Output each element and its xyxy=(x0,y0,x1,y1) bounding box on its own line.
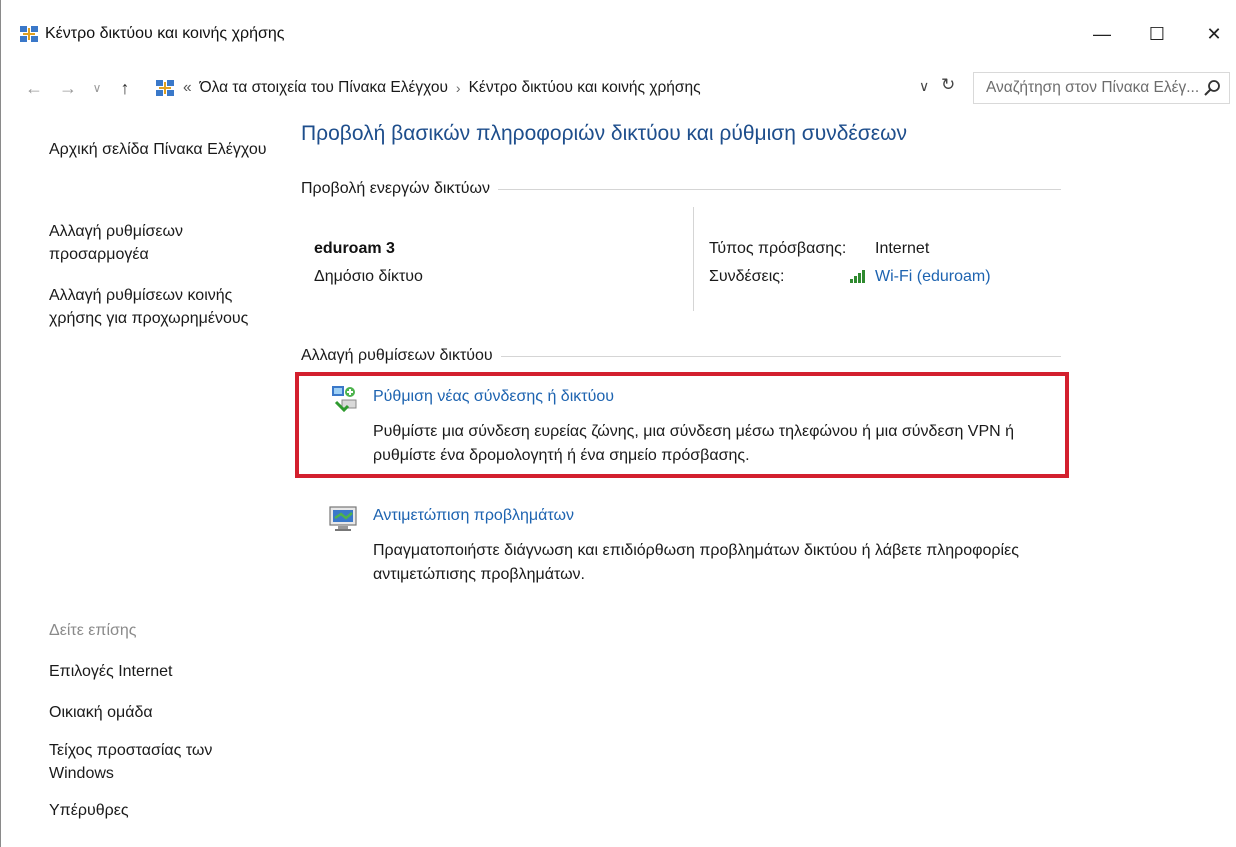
search-icon[interactable] xyxy=(1203,79,1221,97)
search-box[interactable]: Αναζήτηση στον Πίνακα Ελέγ... xyxy=(973,72,1230,104)
breadcrumb-separator-icon[interactable]: › xyxy=(456,80,461,96)
change-settings-heading: Αλλαγή ρυθμίσεων δικτύου xyxy=(301,347,501,365)
access-type-label: Τύπος πρόσβασης: xyxy=(709,240,847,257)
troubleshoot-problems-link[interactable]: Αντιμετώπιση προβλημάτων xyxy=(373,507,574,525)
sidebar-link-change-adapter-settings[interactable]: Αλλαγή ρυθμίσεων προσαρμογέα xyxy=(49,220,279,266)
recent-locations-button[interactable]: ∨ xyxy=(87,76,107,100)
wifi-signal-icon xyxy=(850,270,865,283)
page-title: Προβολή βασικών πληροφοριών δικτύου και … xyxy=(301,122,907,145)
new-connection-icon xyxy=(332,386,357,413)
back-button[interactable]: ← xyxy=(21,76,47,100)
maximize-button[interactable]: ☐ xyxy=(1134,14,1180,54)
breadcrumb-network-sharing-center[interactable]: Κέντρο δικτύου και κοινής χρήσης xyxy=(469,79,701,97)
title-bar: Κέντρο δικτύου και κοινής χρήσης — ☐ ✕ xyxy=(1,0,1236,66)
sidebar-link-control-panel-home[interactable]: Αρχική σελίδα Πίνακα Ελέγχου xyxy=(49,138,279,161)
minimize-button[interactable]: — xyxy=(1079,14,1125,54)
up-button[interactable]: ↑ xyxy=(113,76,137,100)
network-center-icon xyxy=(20,26,38,42)
see-also-windows-firewall[interactable]: Τείχος προστασίας των Windows xyxy=(49,739,229,785)
connections-label: Συνδέσεις: xyxy=(709,268,785,285)
breadcrumb-all-control-panel-items[interactable]: Όλα τα στοιχεία του Πίνακα Ελέγχου xyxy=(200,79,448,97)
troubleshoot-icon xyxy=(329,506,357,531)
control-panel-icon xyxy=(156,80,174,96)
setup-new-connection-description: Ρυθμίστε μια σύνδεση ευρείας ζώνης, μια … xyxy=(373,423,1015,464)
refresh-button[interactable]: ↻ xyxy=(941,75,955,95)
troubleshoot-problems-description: Πραγματοποιήστε διάγνωση και επιδιόρθωση… xyxy=(373,542,1019,583)
control-panel-window: Κέντρο δικτύου και κοινής χρήσης — ☐ ✕ ←… xyxy=(0,0,1236,847)
sidebar-link-advanced-sharing-settings[interactable]: Αλλαγή ρυθμίσεων κοινής χρήσης για προχω… xyxy=(49,284,279,330)
wifi-connection-link[interactable]: Wi-Fi (eduroam) xyxy=(875,268,991,286)
navigation-bar: ← → ∨ ↑ « Όλα τα στοιχεία του Πίνακα Ελέ… xyxy=(1,70,1236,106)
access-type-value: Internet xyxy=(875,240,930,257)
see-also-infrared[interactable]: Υπέρυθρες xyxy=(49,799,279,822)
forward-button[interactable]: → xyxy=(55,76,81,100)
address-dropdown-button[interactable]: ∨ xyxy=(919,78,929,95)
network-category: Δημόσιο δίκτυο xyxy=(314,268,423,285)
see-also-heading: Δείτε επίσης xyxy=(49,622,137,639)
address-bar[interactable]: « Όλα τα στοιχεία του Πίνακα Ελέγχου › Κ… xyxy=(147,72,959,104)
breadcrumb-overflow-button[interactable]: « xyxy=(183,79,192,97)
window-title: Κέντρο δικτύου και κοινής χρήσης xyxy=(45,25,285,42)
active-networks-heading: Προβολή ενεργών δικτύων xyxy=(301,180,499,198)
close-button[interactable]: ✕ xyxy=(1191,14,1236,54)
search-placeholder: Αναζήτηση στον Πίνακα Ελέγ... xyxy=(986,79,1200,96)
network-info-divider xyxy=(693,207,694,311)
see-also-homegroup[interactable]: Οικιακή ομάδα xyxy=(49,701,279,724)
network-name: eduroam 3 xyxy=(314,240,395,257)
setup-new-connection-link[interactable]: Ρύθμιση νέας σύνδεσης ή δικτύου xyxy=(373,388,614,406)
see-also-internet-options[interactable]: Επιλογές Internet xyxy=(49,660,279,683)
